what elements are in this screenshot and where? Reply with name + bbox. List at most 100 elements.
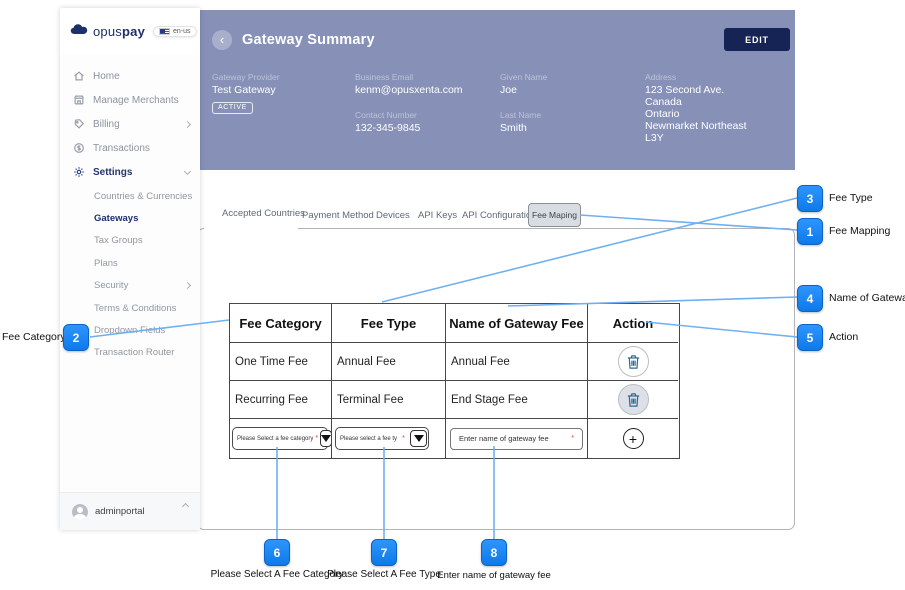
gateway-provider-field: Gateway Provider Test Gateway ACTIVE xyxy=(212,72,352,114)
triangle-down-icon xyxy=(414,435,424,442)
sidebar-item-label: Transactions xyxy=(93,143,150,154)
triangle-down-icon xyxy=(321,435,331,442)
tab-payment-method[interactable]: Payment Method xyxy=(302,210,374,221)
callout-label-action: Action xyxy=(829,331,858,343)
sidebar-item-label: Settings xyxy=(93,167,132,178)
table-cell-action xyxy=(587,380,678,418)
submenu-label: Security xyxy=(94,280,128,291)
delete-row-button[interactable] xyxy=(618,384,649,415)
required-asterisk: * xyxy=(315,435,318,442)
field-value: Smith xyxy=(500,122,610,134)
add-row-button[interactable]: + xyxy=(623,428,644,449)
submenu-label: Transaction Router xyxy=(94,347,174,358)
field-label: Given Name xyxy=(500,72,610,82)
table-cell-new-type: Please select a fee ty* xyxy=(331,418,445,458)
sidebar-item-transactions[interactable]: Transactions xyxy=(60,136,200,160)
table-cell-new-category: Please Select a fee category* xyxy=(230,418,331,458)
submenu-label: Countries & Currencies xyxy=(94,191,192,202)
callout-badge-8: 8 xyxy=(481,539,507,566)
submenu-label: Gateways xyxy=(94,213,138,224)
submenu-label: Tax Groups xyxy=(94,235,143,246)
table-cell: One Time Fee xyxy=(230,342,331,380)
fee-type-dropdown[interactable]: Please select a fee ty* xyxy=(335,427,429,450)
field-label: Gateway Provider xyxy=(212,72,352,82)
sidebar-item-billing[interactable]: Billing xyxy=(60,112,200,136)
dropdown-arrow-button[interactable] xyxy=(410,430,427,447)
field-value: 132-345-9845 xyxy=(355,122,495,134)
tab-accepted-countries[interactable]: Accepted Countries xyxy=(222,208,305,219)
badge-number: 1 xyxy=(807,225,814,239)
tab-devices[interactable]: Devices xyxy=(376,210,410,221)
column-header-gateway-fee-name: Name of Gateway Fee xyxy=(445,304,587,342)
callout-label-fee-category: Fee Category xyxy=(2,331,60,343)
field-label: Last Name xyxy=(500,110,610,120)
sidebar-item-plans[interactable]: Plans xyxy=(60,252,200,274)
table-cell: Annual Fee xyxy=(445,342,587,380)
status-badge: ACTIVE xyxy=(212,102,253,114)
badge-number: 3 xyxy=(807,192,814,206)
badge-number: 7 xyxy=(381,546,388,560)
sidebar-item-manage-merchants[interactable]: Manage Merchants xyxy=(60,88,200,112)
gateway-fee-name-input[interactable]: Enter name of gateway fee* xyxy=(450,428,583,450)
callout-badge-6: 6 xyxy=(264,539,290,566)
tab-api-keys[interactable]: API Keys xyxy=(418,210,457,221)
fee-category-dropdown[interactable]: Please Select a fee category* xyxy=(232,427,328,450)
sidebar-item-tax-groups[interactable]: Tax Groups xyxy=(60,230,200,252)
table-cell: Annual Fee xyxy=(331,342,445,380)
table-cell-new-name: Enter name of gateway fee* xyxy=(445,418,587,458)
opuspay-cloud-logo-icon xyxy=(70,22,88,40)
table-cell-new-action: + xyxy=(587,418,678,458)
submenu-label: Dropdown Fields xyxy=(94,325,165,336)
delete-row-button[interactable] xyxy=(618,346,649,377)
edit-button[interactable]: EDIT xyxy=(724,28,790,51)
sidebar-item-settings[interactable]: Settings xyxy=(60,160,200,184)
price-tag-icon xyxy=(72,118,85,131)
sidebar-item-countries-currencies[interactable]: Countries & Currencies xyxy=(60,185,200,207)
screenshot-root: opuspay en-us Home Manage Merchants Bill… xyxy=(0,0,905,590)
sidebar-menu: Home Manage Merchants Billing Transactio… xyxy=(60,64,200,184)
brand-name: opuspay xyxy=(93,24,145,39)
chevron-right-icon xyxy=(184,120,191,127)
submenu-label: Plans xyxy=(94,258,118,269)
user-account-row[interactable]: adminportal xyxy=(60,492,200,530)
field-value: Joe xyxy=(500,84,610,96)
logo-row: opuspay en-us xyxy=(60,8,200,54)
badge-number: 5 xyxy=(807,331,814,345)
sidebar-item-label: Home xyxy=(93,71,120,82)
given-name-field: Given Name Joe Last Name Smith xyxy=(500,72,610,134)
storefront-icon xyxy=(72,94,85,107)
gateway-summary-header: ‹ Gateway Summary EDIT Gateway Provider … xyxy=(200,10,795,170)
back-icon: ‹ xyxy=(220,32,224,47)
address-line: L3Y xyxy=(645,132,795,144)
sidebar-item-gateways[interactable]: Gateways xyxy=(60,207,200,229)
callout-badge-5: 5 xyxy=(797,324,823,351)
sidebar-item-home[interactable]: Home xyxy=(60,64,200,88)
tab-label: Fee Maping xyxy=(532,210,577,220)
back-button[interactable]: ‹ xyxy=(212,30,232,50)
column-header-action: Action xyxy=(587,304,678,342)
locale-label: en-us xyxy=(173,28,191,35)
callout-badge-2: 2 xyxy=(63,324,89,351)
hero-titlebar: ‹ Gateway Summary xyxy=(212,30,375,50)
callout-badge-1: 1 xyxy=(797,218,823,245)
table-cell: End Stage Fee xyxy=(445,380,587,418)
sidebar-item-security[interactable]: Security xyxy=(60,275,200,297)
tab-api-configuration[interactable]: API Configuration xyxy=(462,210,536,221)
submenu-label: Terms & Conditions xyxy=(94,303,176,314)
tab-fee-mapping[interactable]: Fee Maping xyxy=(528,203,581,227)
field-label: Business Email xyxy=(355,72,495,82)
table-cell: Recurring Fee xyxy=(230,380,331,418)
sidebar-item-terms-conditions[interactable]: Terms & Conditions xyxy=(60,297,200,319)
field-label: Contact Number xyxy=(355,110,495,120)
required-asterisk: * xyxy=(402,435,405,442)
badge-number: 8 xyxy=(491,546,498,560)
callout-label-select-fee-category: Please Select A Fee Category xyxy=(211,569,344,580)
sidebar: opuspay en-us Home Manage Merchants Bill… xyxy=(60,8,200,530)
user-avatar-icon xyxy=(72,504,88,520)
callout-badge-3: 3 xyxy=(797,185,823,212)
sidebar-item-label: Manage Merchants xyxy=(93,95,179,106)
page-title: Gateway Summary xyxy=(242,32,375,48)
dropdown-placeholder: Please Select a fee category xyxy=(237,436,313,442)
column-header-fee-category: Fee Category xyxy=(230,304,331,342)
locale-selector[interactable]: en-us xyxy=(153,26,197,37)
